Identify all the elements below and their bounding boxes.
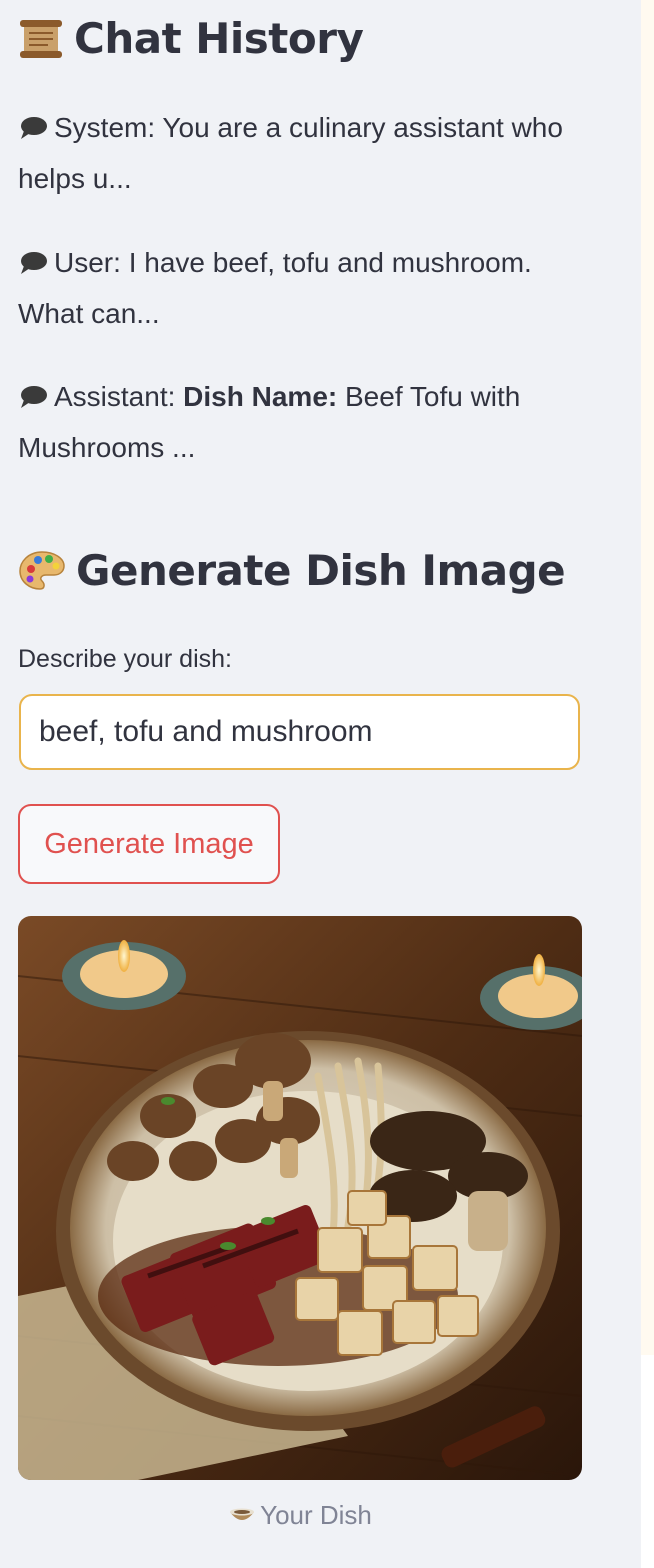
main-content-edge-lower xyxy=(641,1355,654,1568)
dish-image xyxy=(18,916,582,1480)
history-item-system: System: You are a culinary assistant who… xyxy=(18,112,563,194)
chat-history-heading: Chat History xyxy=(18,14,364,63)
generate-dish-title: Generate Dish Image xyxy=(76,546,566,595)
history-item-assistant: Assistant: Dish Name: Beef Tofu with Mus… xyxy=(18,381,521,463)
main-content-edge xyxy=(641,0,654,1355)
dish-description-label: Describe your dish: xyxy=(18,645,232,673)
bowl-icon xyxy=(230,1508,255,1520)
speech-bubble-icon xyxy=(21,252,47,274)
history-item-user: User: I have beef, tofu and mushroom. Wh… xyxy=(18,247,532,329)
generate-image-button[interactable]: Generate Image xyxy=(18,804,280,884)
speech-bubble-icon xyxy=(21,117,47,139)
palette-icon xyxy=(18,549,66,593)
scroll-icon xyxy=(18,17,64,61)
dish-image-caption: Your Dish xyxy=(18,1500,582,1531)
dish-description-input[interactable] xyxy=(19,694,580,770)
sidebar: Chat History System: You are a culinary … xyxy=(0,0,641,1568)
generate-dish-heading: Generate Dish Image xyxy=(18,546,566,595)
speech-bubble-icon xyxy=(21,386,47,408)
chat-history-title: Chat History xyxy=(74,14,364,63)
